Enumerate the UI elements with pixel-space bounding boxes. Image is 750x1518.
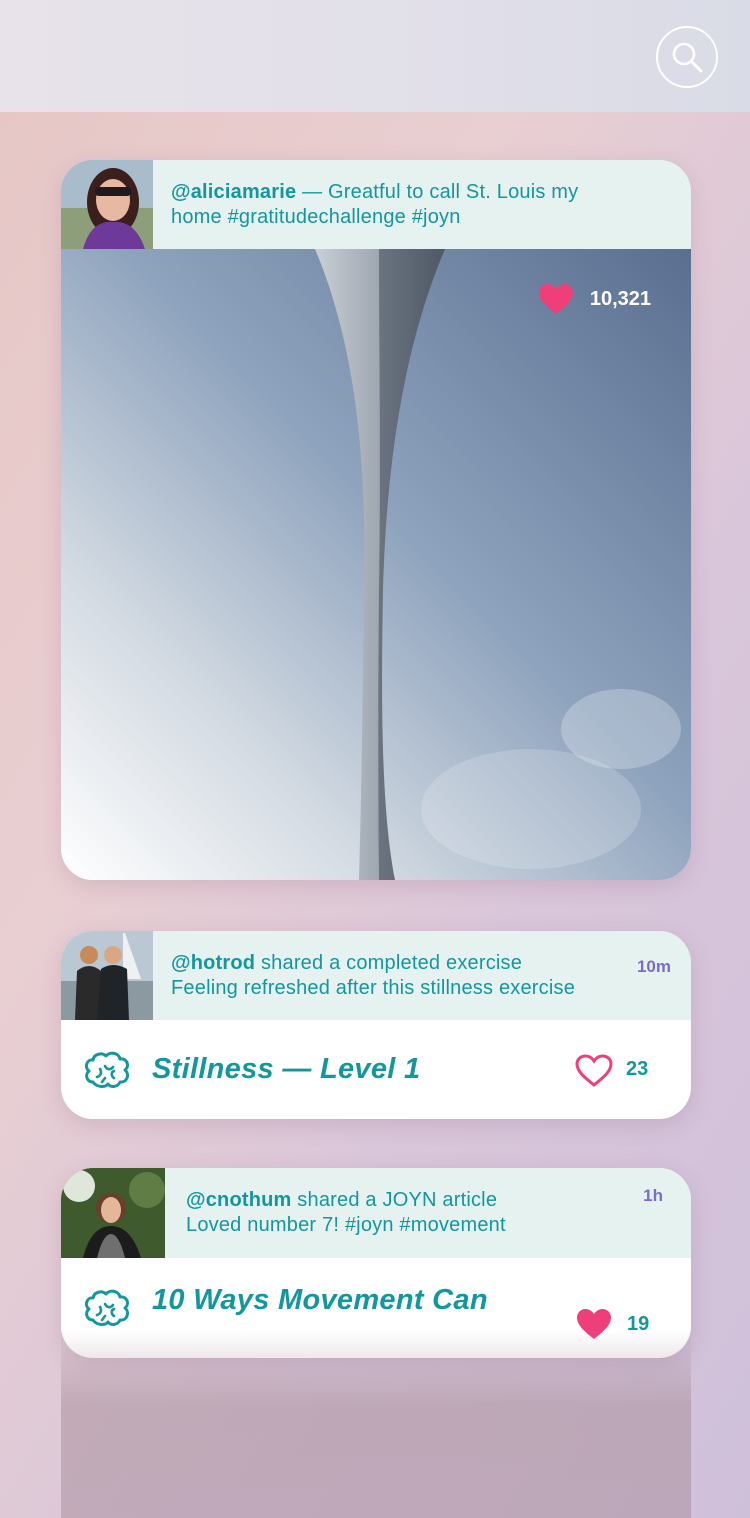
avatar-image (61, 1168, 165, 1258)
caption-text: Feeling refreshed after this stillness e… (171, 977, 576, 999)
avatar-image (61, 931, 153, 1020)
avatar[interactable] (61, 160, 153, 249)
top-bar (0, 0, 750, 112)
photo-post-card[interactable]: @aliciamarie — Greatful to call St. Loui… (61, 160, 691, 880)
next-card-shadow (61, 1330, 691, 1518)
search-icon (672, 42, 703, 73)
like-counter[interactable]: 10,321 (538, 283, 651, 315)
username-link[interactable]: @hotrod (171, 952, 255, 974)
post-photo[interactable]: 10,321 (61, 249, 691, 880)
photo-image (61, 249, 691, 880)
exercise-row[interactable]: Stillness — Level 1 23 (61, 1020, 691, 1119)
heart-outline-icon[interactable] (575, 1054, 613, 1087)
like-count: 10,321 (589, 287, 651, 310)
brain-icon (84, 1051, 129, 1088)
post-time: 10m (636, 957, 671, 976)
post-header: @aliciamarie — Greatful to call St. Loui… (61, 160, 691, 249)
action-text: shared a completed exercise (255, 952, 523, 974)
heart-filled-icon (538, 284, 573, 314)
exercise-post-card[interactable]: @hotrod shared a completed exercise Feel… (61, 931, 691, 1119)
caption-text: Loved number 7! #joyn #movement (186, 1214, 506, 1236)
post-caption: @cnothum shared a JOYN article Loved num… (165, 1168, 605, 1238)
brain-icon (84, 1289, 129, 1326)
like-count: 23 (626, 1058, 649, 1080)
exercise-title[interactable]: Stillness — Level 1 (152, 1053, 420, 1086)
avatar-image (61, 160, 153, 249)
action-text: shared a JOYN article (291, 1189, 498, 1211)
post-caption: @hotrod shared a completed exercise Feel… (153, 931, 613, 1001)
username-link[interactable]: @cnothum (186, 1189, 292, 1211)
post-header: @hotrod shared a completed exercise Feel… (61, 931, 691, 1020)
search-button[interactable] (656, 26, 718, 88)
username-link[interactable]: @aliciamarie (171, 181, 296, 203)
article-title[interactable]: 10 Ways Movement Can (152, 1284, 488, 1317)
post-time: 1h (643, 1186, 663, 1205)
avatar[interactable] (61, 931, 153, 1020)
separator: — (296, 181, 329, 203)
post-caption: @aliciamarie — Greatful to call St. Loui… (153, 160, 633, 230)
avatar[interactable] (61, 1168, 165, 1258)
post-header: @cnothum shared a JOYN article Loved num… (61, 1168, 691, 1258)
